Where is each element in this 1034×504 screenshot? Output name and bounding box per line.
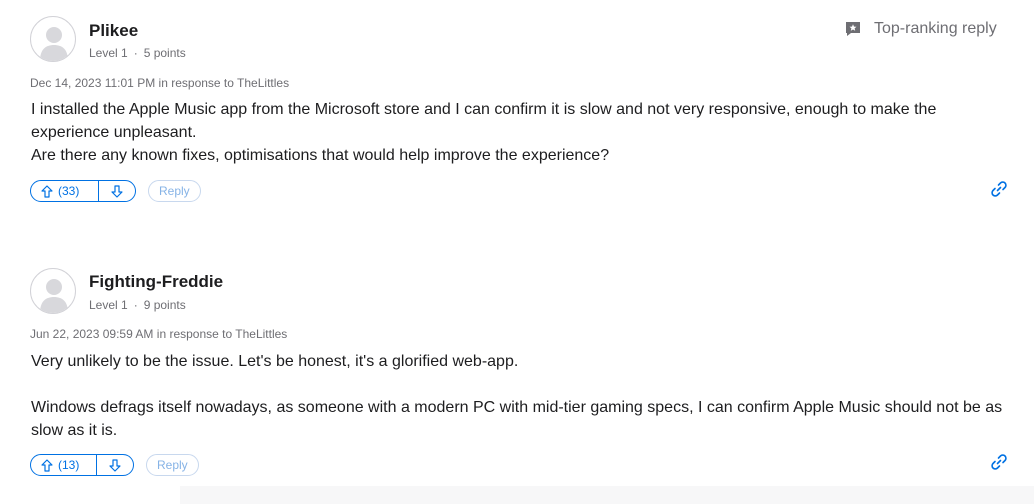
separator-dot: · (133, 46, 138, 60)
star-speech-bubble-icon (846, 22, 860, 36)
next-section-edge (180, 486, 1034, 504)
post-body: Very unlikely to be the issue. Let's be … (31, 350, 1016, 442)
username[interactable]: Plikee (89, 21, 138, 41)
user-meta: Level 1 · 9 points (89, 298, 186, 312)
arrow-up-icon (41, 184, 53, 198)
post-date[interactable]: Jun 22, 2023 09:59 AM (30, 327, 153, 341)
user-meta: Level 1 · 5 points (89, 46, 186, 60)
upvote-button[interactable]: (33) (31, 181, 98, 201)
separator-dot: · (133, 298, 138, 312)
vote-control: (33) (30, 180, 136, 202)
chain-link-icon (991, 454, 1007, 470)
user-level: Level 1 (89, 46, 128, 60)
in-response-to[interactable]: in response to TheLittles (159, 76, 290, 90)
reply-button[interactable]: Reply (148, 180, 201, 202)
avatar[interactable] (30, 268, 76, 314)
user-points: 9 points (143, 298, 186, 312)
upvote-button[interactable]: (13) (31, 455, 96, 475)
upvote-count: (33) (58, 184, 80, 198)
top-ranking-label: Top-ranking reply (874, 20, 997, 37)
user-points: 5 points (143, 46, 186, 60)
in-response-to[interactable]: in response to TheLittles (157, 327, 288, 341)
arrow-up-icon (41, 458, 53, 472)
user-silhouette-icon (40, 27, 68, 61)
user-silhouette-icon (40, 279, 68, 313)
post-body-line: I installed the Apple Music app from the… (31, 101, 937, 141)
downvote-button[interactable] (97, 455, 133, 475)
chain-link-icon (991, 181, 1007, 197)
arrow-down-icon (109, 458, 121, 472)
top-ranking-badge: Top-ranking reply (844, 20, 997, 38)
permalink-button[interactable] (989, 452, 1009, 477)
permalink-button[interactable] (989, 179, 1009, 204)
downvote-button[interactable] (99, 181, 135, 201)
upvote-count: (13) (58, 458, 80, 472)
user-level: Level 1 (89, 298, 128, 312)
post-dateline: Dec 14, 2023 11:01 PM in response to The… (30, 76, 289, 90)
post-body-line: Very unlikely to be the issue. Let's be … (31, 353, 519, 370)
post-body-line: Windows defrags itself nowadays, as some… (31, 399, 1003, 439)
vote-control: (13) (30, 454, 134, 476)
post-dateline: Jun 22, 2023 09:59 AM in response to The… (30, 327, 287, 341)
username[interactable]: Fighting-Freddie (89, 272, 223, 292)
reply-button[interactable]: Reply (146, 454, 199, 476)
arrow-down-icon (111, 184, 123, 198)
post-date[interactable]: Dec 14, 2023 11:01 PM (30, 76, 155, 90)
avatar[interactable] (30, 16, 76, 62)
post-body-line: Are there any known fixes, optimisations… (31, 147, 610, 164)
post-body: I installed the Apple Music app from the… (31, 98, 1011, 167)
